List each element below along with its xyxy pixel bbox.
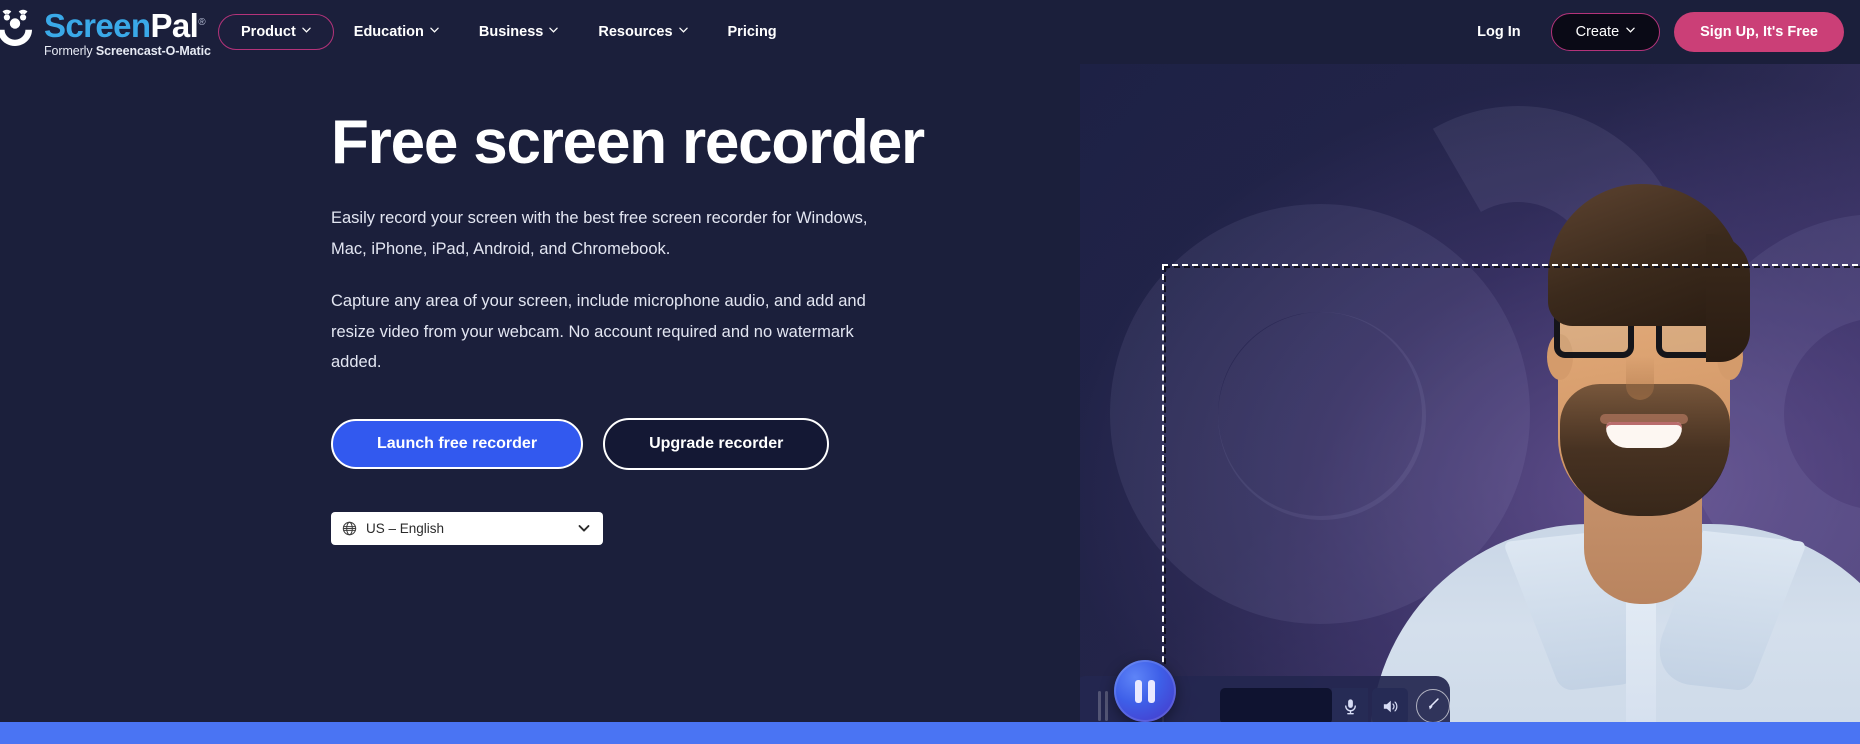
chevron-down-icon: [430, 27, 439, 36]
nav-item-pricing-label: Pricing: [727, 24, 777, 40]
nav-item-education-label: Education: [353, 24, 424, 40]
presenter-smile: [1606, 422, 1682, 448]
microphone-icon: [1341, 697, 1360, 716]
presenter-webcam-photo: [1370, 84, 1860, 744]
speaker-icon: [1381, 697, 1400, 716]
hero-paragraph-2: Capture any area of your screen, include…: [331, 292, 866, 372]
logo-registered-mark: ®: [198, 17, 205, 28]
logo-tagline-prefix: Formerly: [44, 44, 96, 58]
hero-paragraph-1: Easily record your screen with the best …: [331, 209, 868, 258]
logo-word-pal: Pal: [150, 7, 199, 44]
launch-free-recorder-button[interactable]: Launch free recorder: [331, 418, 584, 469]
bottom-accent-strip: [0, 722, 1860, 744]
pause-icon: [1135, 679, 1155, 703]
create-button-label: Create: [1575, 24, 1620, 40]
presenter-hair-side: [1706, 234, 1750, 362]
nav-item-resources[interactable]: Resources: [578, 15, 707, 49]
nav-item-resources-label: Resources: [598, 24, 673, 40]
logo-tagline-brand: Screencast-O-Matic: [95, 44, 211, 58]
nav-item-pricing[interactable]: Pricing: [708, 15, 797, 49]
nav-item-business[interactable]: Business: [459, 15, 578, 49]
nav-item-education[interactable]: Education: [334, 15, 459, 49]
chevron-down-icon: [549, 27, 559, 36]
top-navigation-bar: ScreenPal® Formerly Screencast-O-Matic P…: [0, 0, 1860, 64]
create-button[interactable]: Create: [1550, 13, 1661, 51]
chevron-down-icon: [678, 27, 688, 36]
screenpal-logo-icon: [0, 8, 38, 48]
nav-item-product-label: Product: [241, 24, 296, 40]
logo-wordmark: ScreenPal®: [44, 6, 211, 43]
nav-item-business-label: Business: [478, 24, 544, 40]
microphone-toggle-button[interactable]: [1332, 688, 1368, 724]
nav-item-product[interactable]: Product: [218, 14, 334, 50]
pause-recording-button[interactable]: [1114, 660, 1176, 722]
speaker-toggle-button[interactable]: [1372, 688, 1408, 724]
draw-tool-button[interactable]: [1416, 689, 1450, 723]
chevron-down-icon: [1626, 27, 1635, 36]
drag-handle-icon[interactable]: [1105, 691, 1108, 721]
upgrade-recorder-button[interactable]: Upgrade recorder: [603, 417, 830, 470]
signup-button[interactable]: Sign Up, It's Free: [1674, 12, 1844, 52]
nav-actions: Log In Create Sign Up, It's Free: [1463, 0, 1844, 64]
screenpal-logo[interactable]: ScreenPal® Formerly Screencast-O-Matic: [0, 6, 211, 58]
login-link[interactable]: Log In: [1463, 16, 1535, 48]
page-title: Free screen recorder: [331, 108, 925, 177]
logo-tagline: Formerly Screencast-O-Matic: [44, 44, 211, 58]
hero-section: Free screen recorder Easily record your …: [0, 64, 1860, 744]
globe-icon: [342, 521, 357, 536]
language-select[interactable]: US – English: [331, 511, 603, 545]
logo-wordmark-block: ScreenPal® Formerly Screencast-O-Matic: [44, 6, 211, 59]
chevron-down-icon: [576, 520, 592, 536]
hero-cta-row: Launch free recorder Upgrade recorder: [331, 417, 1031, 470]
presenter-beard: [1560, 384, 1730, 516]
drag-handle-icon[interactable]: [1098, 691, 1101, 721]
chevron-down-icon: [302, 27, 311, 36]
hero-copy-column: Free screen recorder Easily record your …: [331, 64, 1031, 545]
logo-word-screen: Screen: [44, 7, 151, 44]
page-root: ScreenPal® Formerly Screencast-O-Matic P…: [0, 0, 1860, 744]
primary-nav-links: Product Education Business Resources Pri…: [218, 0, 797, 64]
language-select-value: US – English: [366, 520, 445, 536]
draw-pen-icon: [1424, 695, 1442, 718]
presenter-nose: [1626, 356, 1654, 400]
screen-preview-thumbnail[interactable]: [1220, 688, 1332, 724]
hero-recorder-preview: [1080, 64, 1860, 744]
